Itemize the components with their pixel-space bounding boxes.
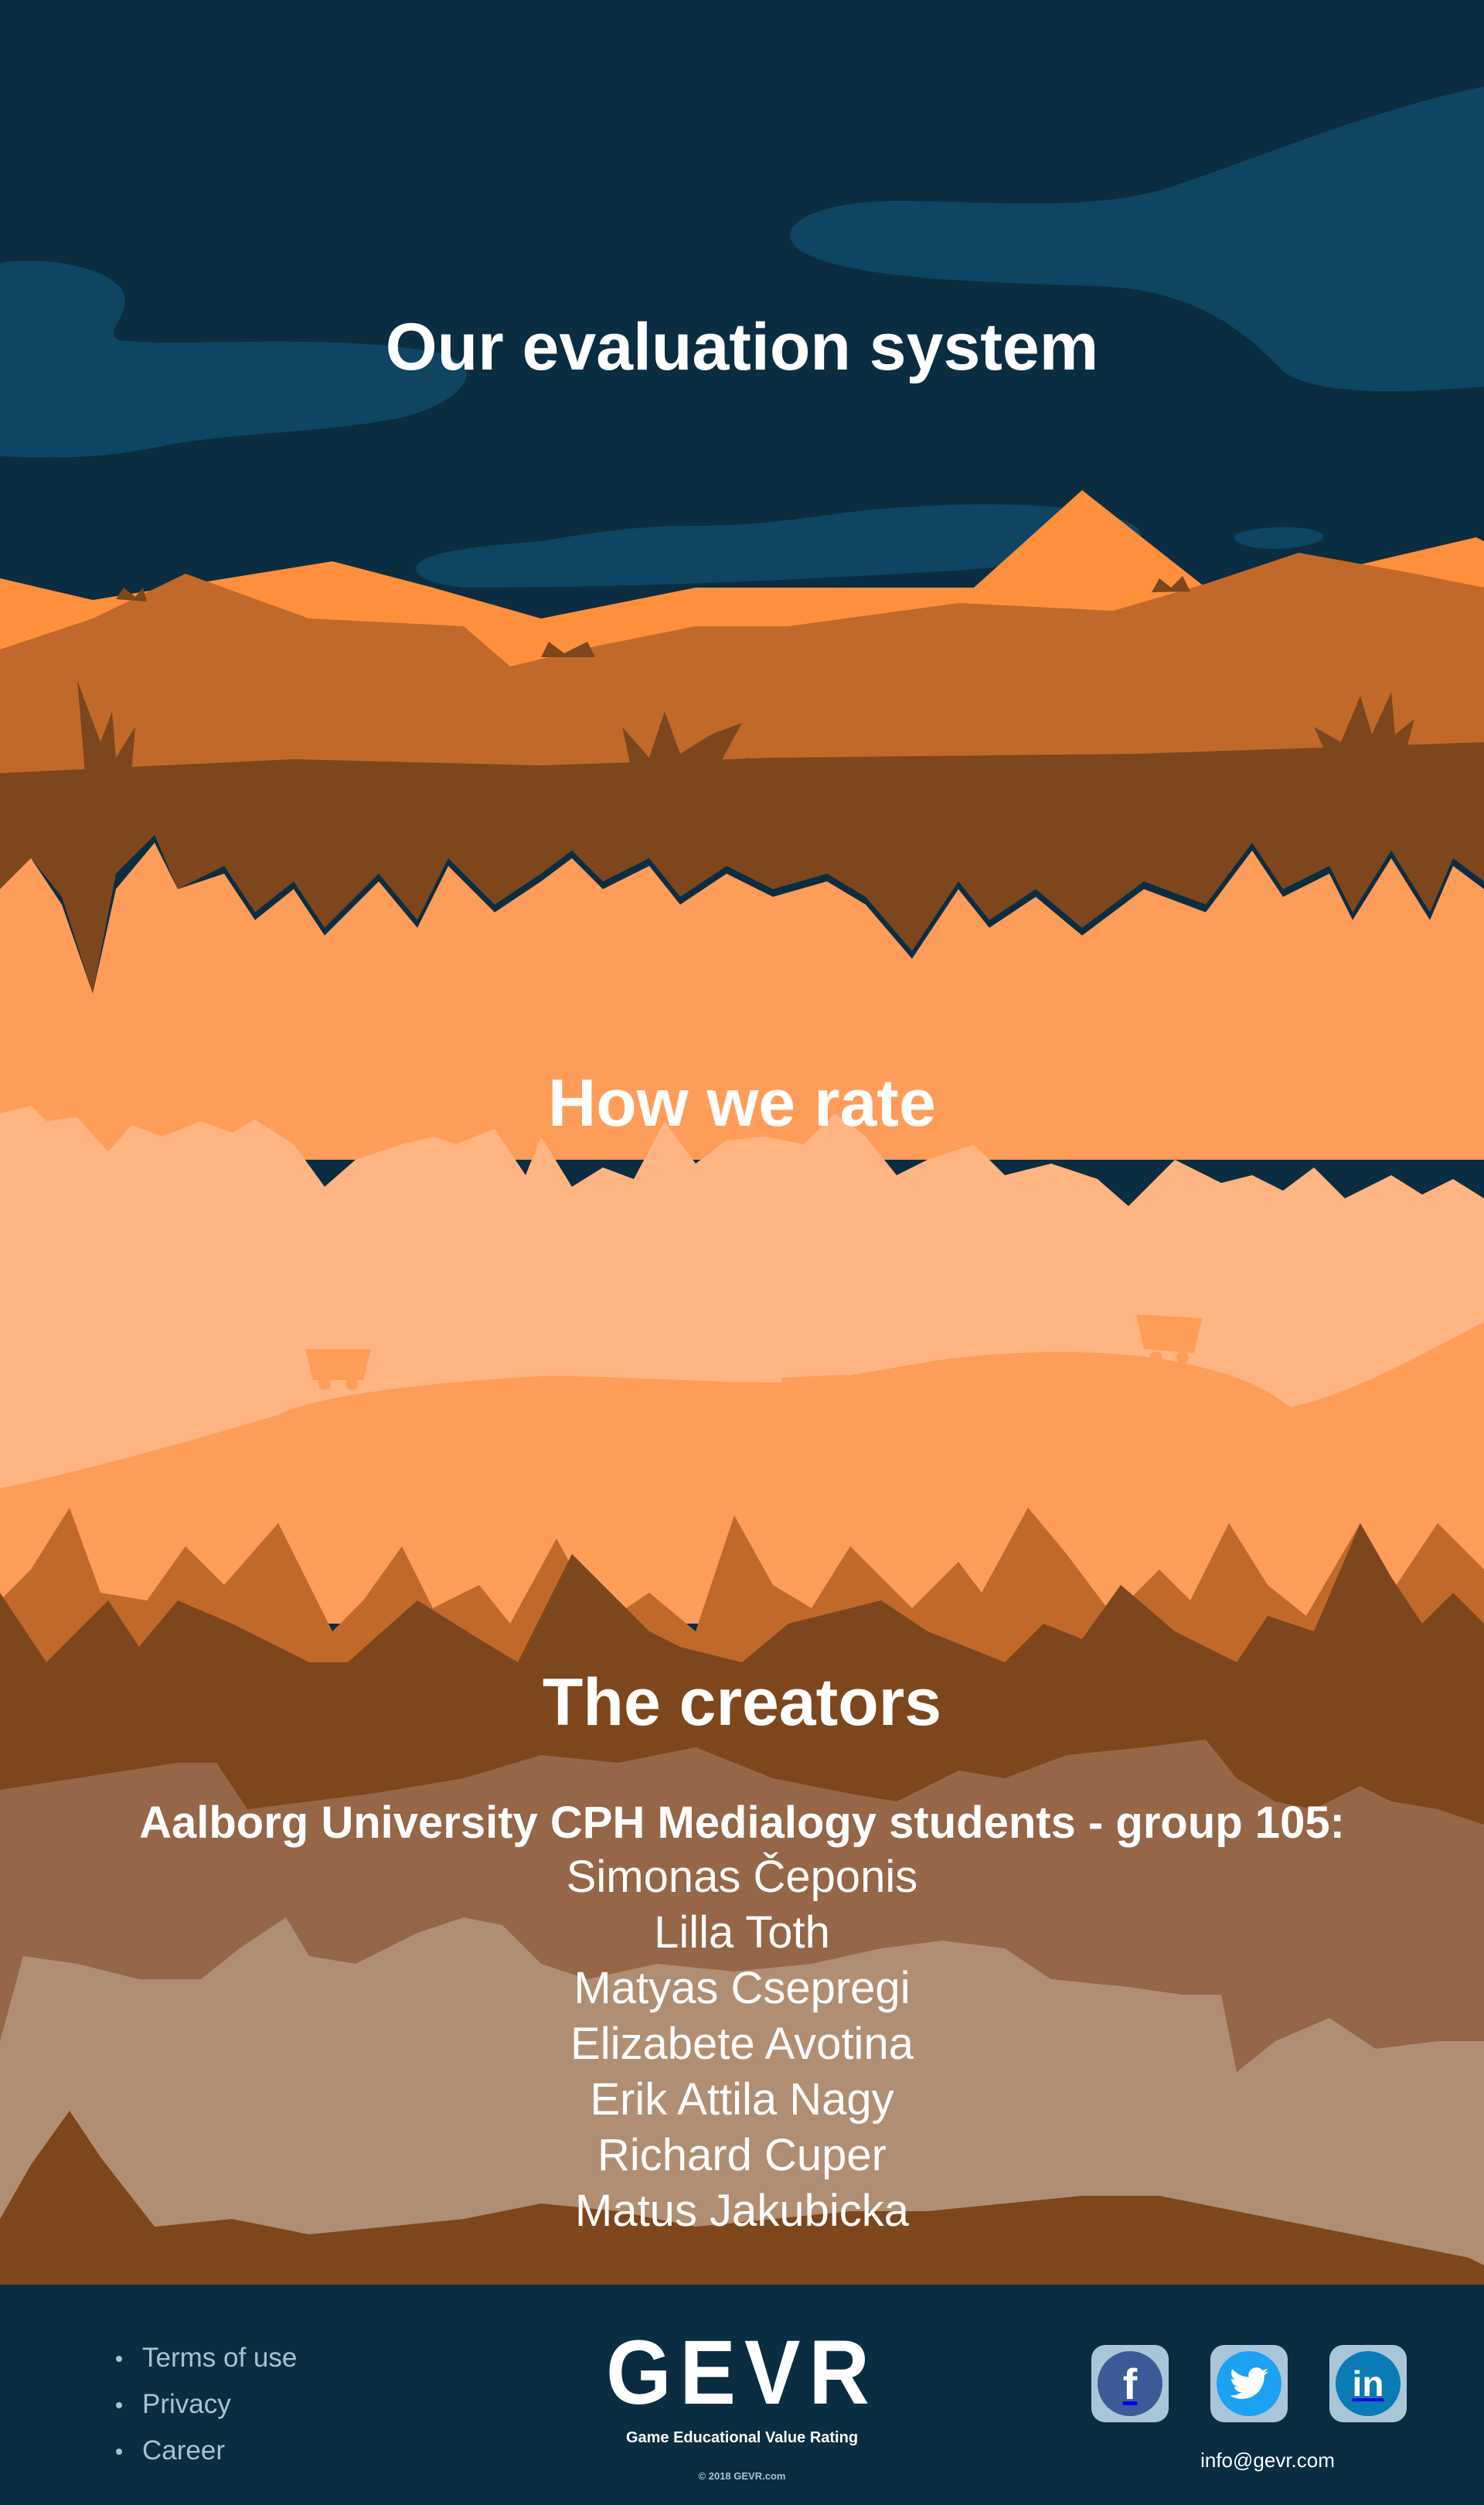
- twitter-bird-icon: [1230, 2367, 1268, 2399]
- twitter-icon: [1217, 2351, 1281, 2416]
- creator-name: Lilla Toth: [654, 1907, 830, 1958]
- copyright-text: © 2018 GEVR.com: [698, 2470, 786, 2482]
- footer-link-career[interactable]: Career: [108, 2428, 297, 2474]
- creator-name: Elizabete Avotina: [570, 2019, 914, 2069]
- section-title-evaluation: Our evaluation system: [385, 310, 1099, 384]
- twitter-button[interactable]: [1210, 2345, 1288, 2422]
- bullet-icon: [116, 2402, 122, 2408]
- creator-name: Simonas Čeponis: [566, 1852, 918, 1902]
- footer-link-privacy[interactable]: Privacy: [108, 2381, 297, 2428]
- footer-link-label[interactable]: Privacy: [142, 2389, 231, 2419]
- creator-list: Simonas Čeponis Lilla Toth Matyas Csepre…: [0, 1849, 1484, 2239]
- footer-link-label[interactable]: Terms of use: [142, 2343, 297, 2373]
- bullet-icon: [116, 2449, 122, 2455]
- creator-name: Richard Cuper: [597, 2130, 887, 2180]
- creators-subtitle: Aalborg University CPH Medialogy student…: [139, 1798, 1345, 1848]
- logo-tagline: Game Educational Value Rating: [625, 2429, 859, 2446]
- contact-email[interactable]: info@gevr.com: [1144, 2449, 1391, 2473]
- section-title-creators: The creators: [542, 1665, 942, 1740]
- linkedin-button[interactable]: in: [1329, 2345, 1407, 2422]
- bullet-icon: [116, 2356, 122, 2362]
- creator-name: Matus Jakubicka: [575, 2186, 909, 2236]
- creator-name: Matyas Csepregi: [574, 1963, 910, 2013]
- footer-logo[interactable]: GEVR Game Educational Value Rating: [587, 2327, 897, 2447]
- footer-links: Terms of use Privacy Career: [108, 2335, 297, 2474]
- logo-wordmark: GEVR: [606, 2322, 878, 2424]
- creator-name: Erik Attila Nagy: [590, 2074, 894, 2125]
- facebook-button[interactable]: f: [1091, 2345, 1169, 2422]
- site-footer: Terms of use Privacy Career GEVR Game Ed…: [0, 2285, 1484, 2505]
- linkedin-icon: in: [1336, 2351, 1401, 2416]
- section-title-rating: How we rate: [548, 1066, 936, 1140]
- footer-link-terms[interactable]: Terms of use: [108, 2335, 297, 2381]
- footer-link-label[interactable]: Career: [142, 2435, 225, 2466]
- facebook-icon: f: [1098, 2351, 1162, 2416]
